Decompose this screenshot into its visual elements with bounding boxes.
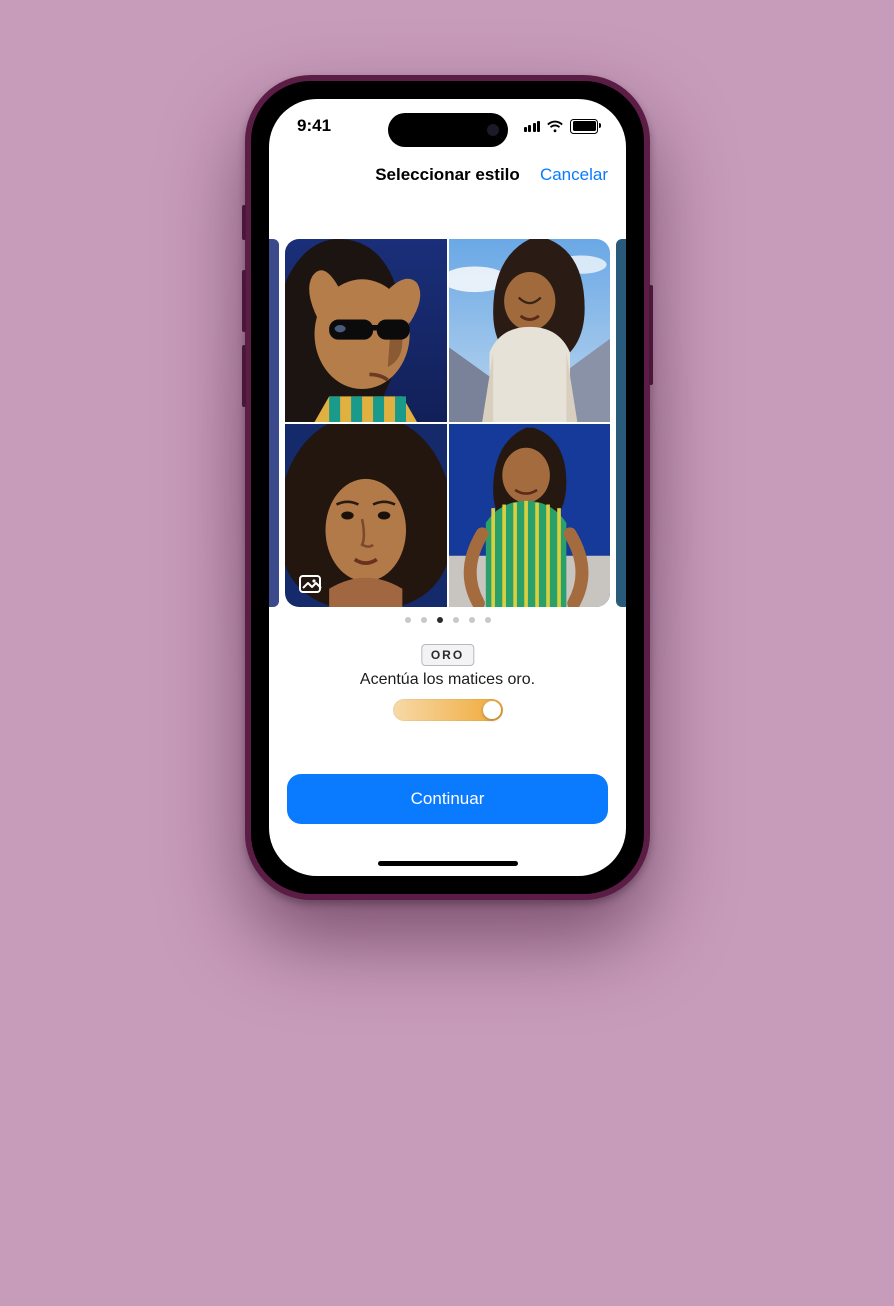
cancel-button[interactable]: Cancelar [540,165,608,185]
carousel-peek-prev [269,239,279,607]
style-preview-card [285,239,610,607]
page-dot[interactable] [485,617,491,623]
nav-bar: Seleccionar estilo Cancelar [269,153,626,197]
continue-button[interactable]: Continuar [287,774,608,824]
style-name-badge: ORO [421,644,474,666]
page-dot[interactable] [453,617,459,623]
page-dot[interactable] [437,617,443,623]
page-dot[interactable] [421,617,427,623]
page-dot[interactable] [405,617,411,623]
phone-screen: 9:41 Seleccionar estilo Cancelar [269,99,626,876]
preview-photo [285,239,447,422]
nav-title: Seleccionar estilo [375,165,520,185]
gallery-icon[interactable] [299,573,325,595]
preview-photo [449,424,611,607]
intensity-slider[interactable] [393,699,503,721]
style-description: Acentúa los matices oro. [269,671,626,689]
slider-knob[interactable] [483,701,501,719]
battery-icon [570,119,598,134]
preview-photo [449,239,611,422]
side-button-volume-down [242,345,246,407]
home-indicator [378,861,518,866]
page-indicator[interactable] [269,617,626,637]
phone-bezel: 9:41 Seleccionar estilo Cancelar [251,81,644,894]
wifi-icon [546,120,564,133]
side-button-power [649,285,653,385]
continue-button-label: Continuar [411,789,485,809]
side-button-silence [242,205,246,240]
cellular-icon [524,120,541,132]
style-carousel[interactable] [269,239,626,607]
page-dot[interactable] [469,617,475,623]
side-button-volume-up [242,270,246,332]
dynamic-island [388,113,508,147]
status-time: 9:41 [297,116,331,136]
carousel-peek-next [616,239,626,607]
phone-frame: 9:41 Seleccionar estilo Cancelar [245,75,650,900]
